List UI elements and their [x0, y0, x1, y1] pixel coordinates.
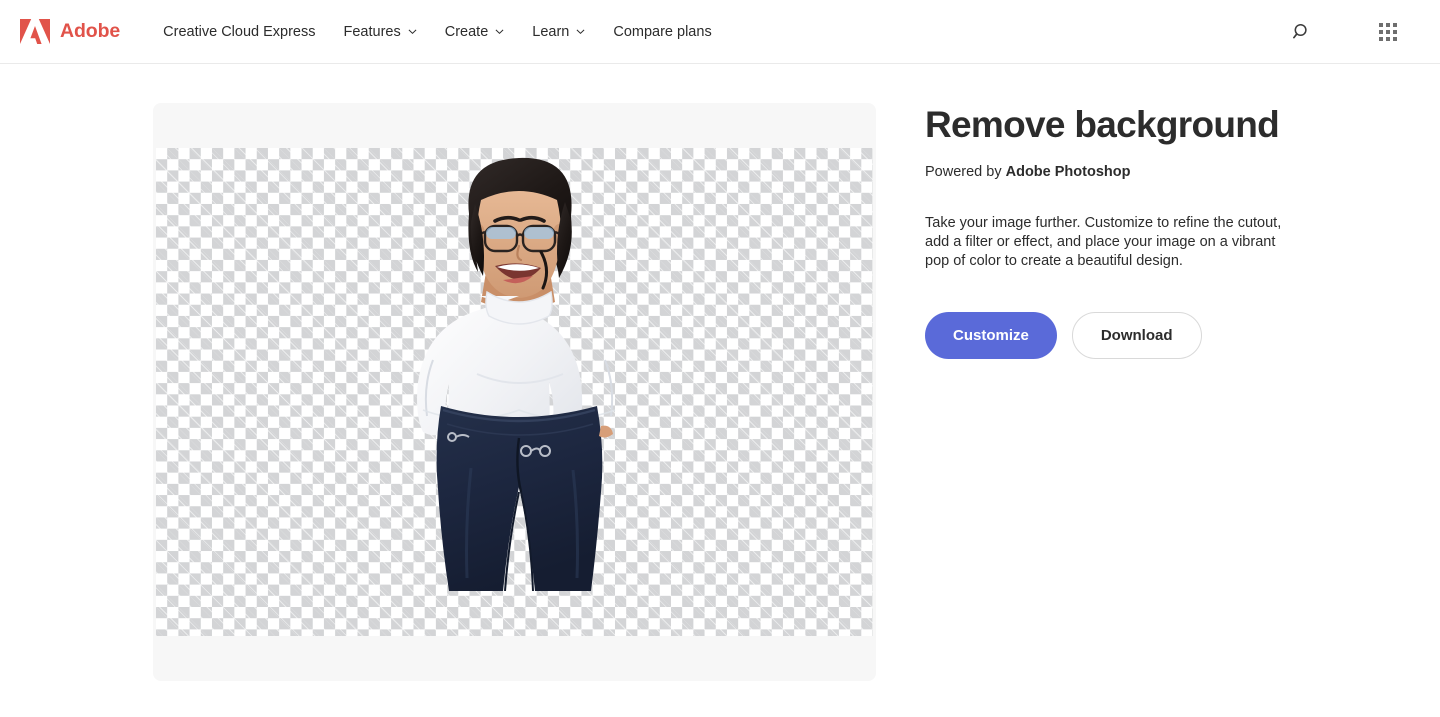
- nav-item-create[interactable]: Create: [431, 0, 519, 64]
- powered-by-line: Powered by Adobe Photoshop: [925, 162, 1325, 182]
- apps-grid-button[interactable]: [1364, 0, 1412, 64]
- nav-item-learn[interactable]: Learn: [518, 0, 599, 64]
- nav-label: Learn: [532, 23, 570, 40]
- apps-grid-icon: [1379, 22, 1397, 41]
- nav-label: Creative Cloud Express: [163, 23, 316, 40]
- primary-navigation: Creative Cloud Express Features Create L…: [163, 0, 726, 64]
- main-content: Remove background Powered by Adobe Photo…: [0, 65, 1440, 717]
- header-actions: [1278, 0, 1440, 64]
- cutout-subject-image: [369, 148, 669, 591]
- search-button[interactable]: [1278, 0, 1326, 64]
- cta-button-row: Customize Download: [925, 312, 1325, 359]
- adobe-brand-name: Adobe: [60, 20, 121, 42]
- nav-label: Create: [444, 23, 489, 40]
- chevron-down-icon: [576, 27, 585, 36]
- powered-by-prefix: Powered by: [925, 164, 1006, 180]
- tool-description: Take your image further. Customize to re…: [925, 215, 1282, 269]
- image-preview-panel[interactable]: [153, 103, 876, 681]
- nav-label: Compare plans: [613, 23, 712, 40]
- tool-info-column: Remove background Powered by Adobe Photo…: [925, 103, 1325, 359]
- chevron-down-icon: [408, 27, 417, 36]
- download-button[interactable]: Download: [1071, 312, 1202, 359]
- page-title: Remove background: [925, 104, 1280, 145]
- global-header: Adobe Creative Cloud Express Features Cr…: [0, 0, 1440, 64]
- customize-button[interactable]: Customize: [925, 312, 1057, 359]
- nav-item-creative-cloud-express[interactable]: Creative Cloud Express: [163, 0, 329, 64]
- adobe-brand-logo-link[interactable]: Adobe: [20, 0, 120, 64]
- nav-label: Features: [343, 23, 401, 40]
- nav-item-features[interactable]: Features: [330, 0, 431, 64]
- nav-item-compare-plans[interactable]: Compare plans: [599, 0, 725, 64]
- chevron-down-icon: [495, 27, 504, 36]
- adobe-a-logo-icon: [20, 18, 50, 45]
- powered-by-product: Adobe Photoshop: [1005, 164, 1131, 180]
- search-icon: [1293, 23, 1311, 41]
